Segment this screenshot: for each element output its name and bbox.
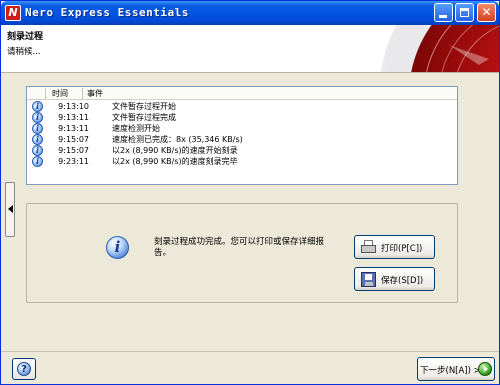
log-row[interactable]: i 9:15:07 以2x (8,990 KB/s)的速度开始刻录	[27, 145, 457, 156]
info-icon: i	[32, 112, 43, 123]
log-time: 9:13:11	[58, 113, 89, 122]
info-icon: i	[32, 134, 43, 145]
log-time: 9:15:07	[58, 135, 89, 144]
save-button[interactable]: 保存(S[D])	[354, 267, 435, 291]
log-event: 以2x (8,990 KB/s)的速度刻录完毕	[112, 157, 238, 166]
maximize-button[interactable]	[455, 3, 474, 22]
next-button[interactable]: 下一步(N[A]) >	[417, 357, 495, 381]
collapse-panel-handle[interactable]	[5, 182, 15, 237]
column-separator	[82, 88, 83, 99]
minimize-icon	[439, 15, 447, 18]
header-disc-graphic	[329, 25, 499, 72]
event-log-list[interactable]: 时间 事件 i 9:13:10 文件暂存过程开始 i 9:13:11 文件暂存过…	[26, 86, 458, 185]
log-time: 9:23:11	[58, 157, 89, 166]
nero-app-icon: N	[5, 5, 21, 21]
completion-message: 刻录过程成功完成。您可以打印或保存详细报告。	[154, 237, 325, 258]
page-title: 刻录过程	[7, 32, 44, 42]
log-event: 文件暂存过程开始	[112, 102, 176, 111]
arrow-right-icon	[478, 362, 492, 376]
floppy-disk-icon	[360, 271, 377, 288]
wizard-header: 刻录过程 请稍候...	[1, 25, 499, 73]
save-button-label: 保存(S[D])	[381, 276, 424, 286]
log-event: 速度检测已完成：8x (35,346 KB/s)	[112, 135, 243, 144]
log-row[interactable]: i 9:13:10 文件暂存过程开始	[27, 101, 457, 112]
printer-icon	[360, 239, 377, 256]
info-icon: i	[32, 156, 43, 167]
column-separator	[45, 88, 46, 99]
minimize-button[interactable]	[434, 3, 453, 22]
page-subtitle: 请稍候...	[7, 47, 41, 57]
column-header-time[interactable]: 时间	[52, 88, 68, 99]
footer-divider	[1, 351, 499, 352]
help-button[interactable]: ?	[12, 358, 36, 380]
log-time: 9:15:07	[58, 146, 89, 155]
log-row[interactable]: i 9:13:11 速度检测开始	[27, 123, 457, 134]
log-header-row: 时间 事件	[27, 87, 457, 100]
info-icon: i	[32, 145, 43, 156]
nero-express-window: N Nero Express Essentials ✕ 刻录过程 请稍候...	[0, 0, 500, 385]
info-icon: i	[32, 101, 43, 112]
info-icon: i	[32, 123, 43, 134]
log-row[interactable]: i 9:13:11 文件暂存过程完成	[27, 112, 457, 123]
log-time: 9:13:11	[58, 124, 89, 133]
result-panel: i 刻录过程成功完成。您可以打印或保存详细报告。 打印(P[C]) 保存(S[D…	[26, 203, 458, 303]
title-bar[interactable]: N Nero Express Essentials ✕	[1, 1, 499, 25]
close-button[interactable]: ✕	[477, 3, 496, 22]
close-icon: ✕	[481, 5, 492, 19]
log-event: 文件暂存过程完成	[112, 113, 176, 122]
next-button-label: 下一步(N[A]) >	[420, 366, 481, 376]
help-icon: ?	[17, 362, 31, 376]
log-event: 速度检测开始	[112, 124, 160, 133]
maximize-icon	[460, 8, 469, 17]
chevron-left-icon	[8, 205, 13, 213]
info-icon: i	[106, 236, 129, 259]
log-row[interactable]: i 9:15:07 速度检测已完成：8x (35,346 KB/s)	[27, 134, 457, 145]
print-button[interactable]: 打印(P[C])	[354, 235, 435, 259]
log-time: 9:13:10	[58, 102, 89, 111]
log-row[interactable]: i 9:23:11 以2x (8,990 KB/s)的速度刻录完毕	[27, 156, 457, 167]
print-button-label: 打印(P[C])	[381, 244, 423, 254]
log-event: 以2x (8,990 KB/s)的速度开始刻录	[112, 146, 238, 155]
window-title: Nero Express Essentials	[25, 6, 189, 19]
column-header-event[interactable]: 事件	[87, 88, 103, 99]
